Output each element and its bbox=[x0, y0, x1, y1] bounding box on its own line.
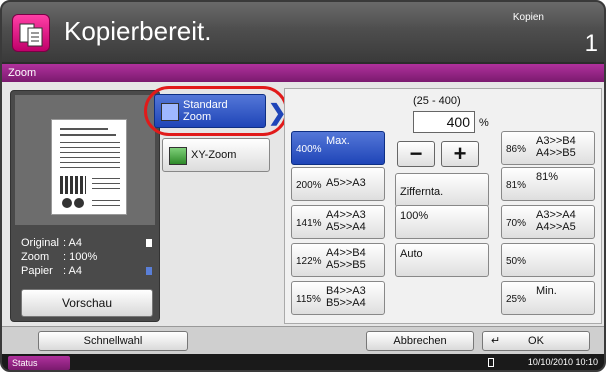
copy-icon bbox=[12, 14, 50, 52]
zoom-preset-25[interactable]: 25% Min. bbox=[501, 281, 595, 315]
zoom-preset-141[interactable]: 141% A4>>A3 A5>>A4 bbox=[291, 205, 385, 239]
zoom-preset-115[interactable]: 115% B4>>A3 B5>>A4 bbox=[291, 281, 385, 315]
copies-label: Kopien bbox=[512, 12, 544, 23]
preview-panel: Original: A4 Zoom: 100% Papier: A4 Vorsc… bbox=[10, 90, 160, 322]
zoom-preset-400[interactable]: 400% Max. bbox=[291, 131, 385, 165]
info-zoom: Zoom: 100% bbox=[21, 251, 98, 263]
quick-setup-button[interactable]: Schnellwahl bbox=[38, 331, 188, 351]
device-panel: Kopierbereit. Kopien 1 Zoom Original: A… bbox=[0, 0, 606, 372]
bottom-bar: Schnellwahl Abbrechen ↵ OK bbox=[2, 326, 604, 354]
ok-button[interactable]: ↵ OK bbox=[482, 331, 590, 351]
zoom-preset-81[interactable]: 81% 81% bbox=[501, 167, 595, 201]
preview-button[interactable]: Vorschau bbox=[21, 289, 153, 317]
zoom-unit: % bbox=[479, 117, 489, 129]
status-bar: Status 10/10/2010 10:10 bbox=[2, 354, 604, 370]
header: Kopierbereit. Kopien 1 bbox=[2, 2, 604, 62]
cancel-button[interactable]: Abbrechen bbox=[366, 331, 474, 351]
zoom-value-input[interactable]: 400 bbox=[413, 111, 475, 133]
zoom-range: (25 - 400) bbox=[413, 95, 461, 107]
info-paper: Papier: A4 bbox=[21, 265, 82, 277]
original-size-icon bbox=[146, 239, 152, 247]
paper-tray-icon bbox=[146, 267, 152, 275]
document-thumbnail bbox=[51, 119, 127, 215]
page-title: Kopierbereit. bbox=[64, 16, 212, 46]
zoom-preset-200[interactable]: 200% A5>>A3 bbox=[291, 167, 385, 201]
copies-count: 1 bbox=[584, 30, 598, 57]
zoom-preset-50[interactable]: 50% bbox=[501, 243, 595, 277]
zoom-content: Original: A4 Zoom: 100% Papier: A4 Vorsc… bbox=[2, 82, 604, 326]
info-original: Original: A4 bbox=[21, 237, 82, 249]
zoom-preset-70[interactable]: 70% A3>>A4 A4>>A5 bbox=[501, 205, 595, 239]
xy-zoom-icon bbox=[169, 147, 187, 165]
standard-zoom-button[interactable]: Standard Zoom bbox=[154, 94, 266, 128]
zoom-titlebar: Zoom bbox=[2, 64, 604, 82]
auto-zoom-button[interactable]: Auto bbox=[395, 243, 489, 277]
xy-zoom-button[interactable]: XY-Zoom bbox=[162, 138, 270, 172]
memory-icon bbox=[488, 358, 494, 367]
zoom-preset-86[interactable]: 86% A3>>B4 A4>>B5 bbox=[501, 131, 595, 165]
zoom-100-button[interactable]: 100% bbox=[395, 205, 489, 239]
preview-area bbox=[15, 95, 155, 225]
status-button[interactable]: Status bbox=[8, 356, 70, 370]
enter-icon: ↵ bbox=[491, 335, 501, 347]
zoom-mode-icon bbox=[161, 103, 179, 121]
keypad-button[interactable]: Ziffernta. bbox=[395, 173, 489, 207]
zoom-preset-122[interactable]: 122% A4>>B4 A5>>B5 bbox=[291, 243, 385, 277]
zoom-minus-button[interactable]: − bbox=[397, 141, 435, 167]
zoom-options-panel: (25 - 400) 400 % − + 400% Max. 200% A5>>… bbox=[284, 88, 602, 324]
status-datetime: 10/10/2010 10:10 bbox=[527, 357, 598, 367]
zoom-plus-button[interactable]: + bbox=[441, 141, 479, 167]
